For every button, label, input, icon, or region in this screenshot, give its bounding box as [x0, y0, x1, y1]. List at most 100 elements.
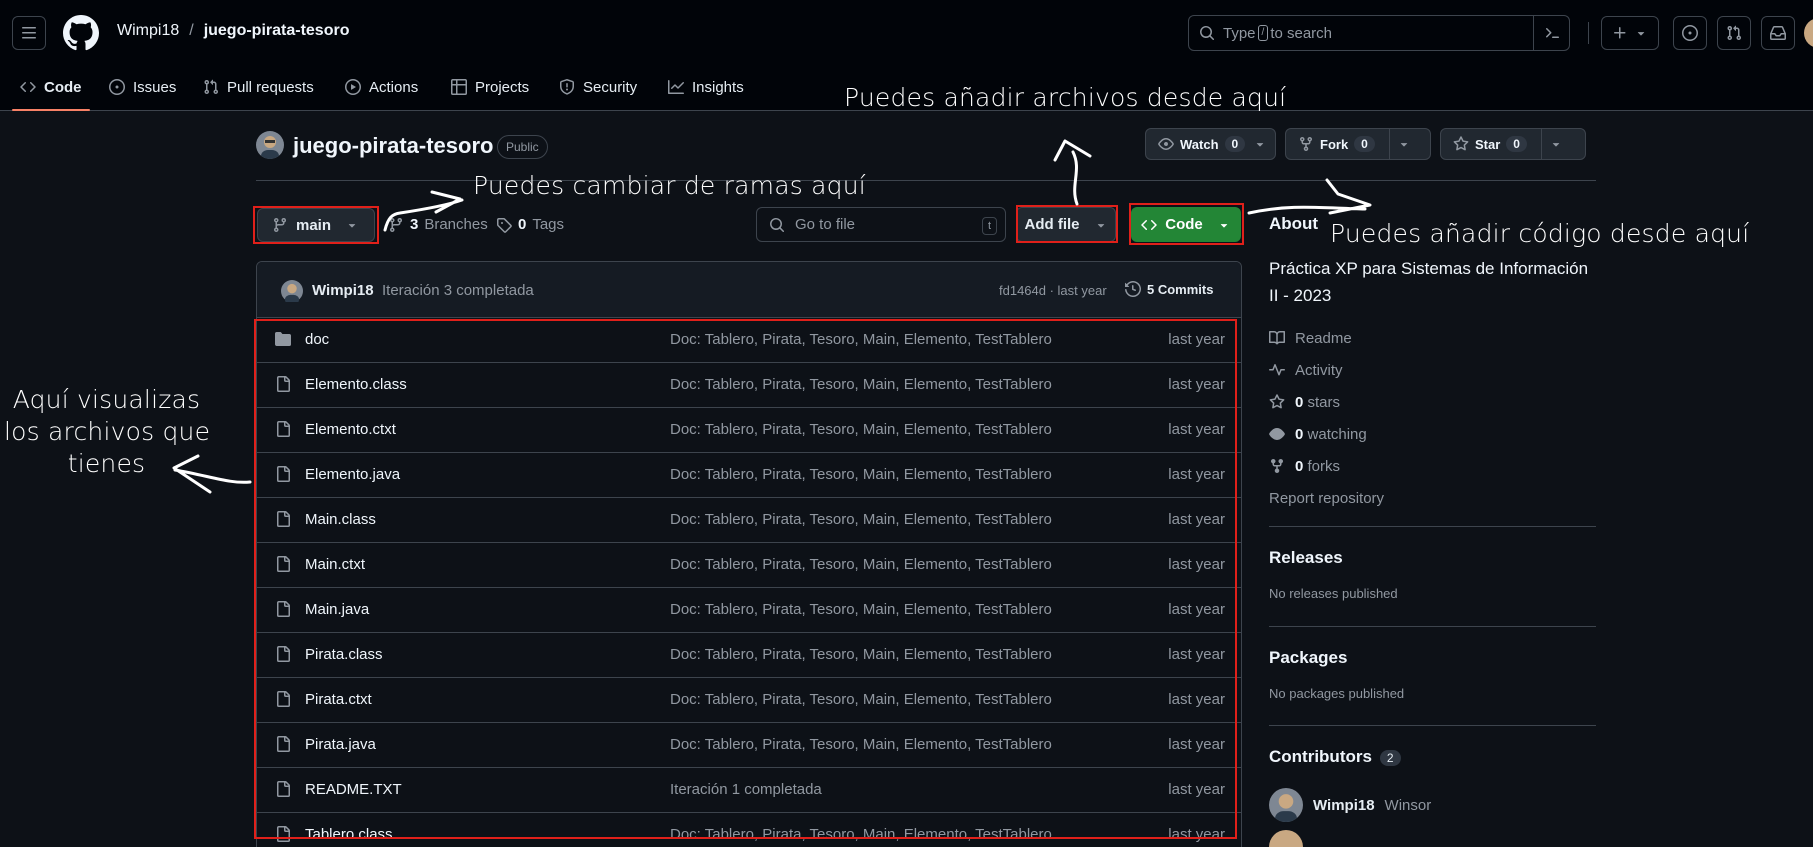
commit-message[interactable]: Iteración 3 completada — [382, 282, 534, 299]
watch-count: 0 — [1224, 136, 1246, 152]
watching-link[interactable]: 0 watching — [1269, 418, 1599, 450]
commit-author-avatar[interactable] — [281, 280, 303, 302]
triangle-down-icon — [1637, 32, 1645, 36]
search-suffix: to search — [1270, 24, 1333, 42]
issue-opened-icon — [109, 79, 125, 95]
pulse-icon — [1269, 364, 1285, 376]
command-palette-button[interactable] — [1533, 16, 1569, 50]
watch-label: Watch — [1180, 136, 1219, 152]
contributors-section: Contributors 2 — [1269, 747, 1599, 767]
commits-label: 5 Commits — [1147, 281, 1214, 297]
star-icon — [1269, 394, 1285, 409]
contributor-name: Winsor — [1384, 796, 1432, 814]
contributor-avatar[interactable] — [1269, 788, 1303, 822]
contributor-item[interactable]: Wimpi18 Winsor — [1269, 788, 1599, 822]
go-to-file-placeholder: Go to file — [795, 216, 856, 233]
shield-icon — [560, 79, 574, 95]
tab-insights[interactable]: Insights — [668, 64, 744, 110]
star-button[interactable]: Star 0 — [1440, 128, 1586, 160]
contributors-count: 2 — [1379, 750, 1401, 767]
code-icon — [20, 81, 36, 93]
tab-pull-requests-label: Pull requests — [227, 78, 314, 96]
contributor-login: Wimpi18 — [1313, 796, 1375, 814]
search-shortcut: / — [1257, 25, 1269, 41]
star-count: 0 — [1506, 136, 1527, 152]
star-dropdown[interactable] — [1540, 129, 1571, 159]
sidebar-divider — [1269, 626, 1596, 627]
breadcrumb-repo[interactable]: juego-pirata-tesoro — [204, 22, 350, 40]
tab-issues[interactable]: Issues — [109, 64, 176, 110]
star-label: Star — [1475, 136, 1501, 152]
tab-issues-label: Issues — [133, 78, 177, 96]
create-new-button[interactable] — [1601, 16, 1659, 50]
header-divider — [1588, 22, 1589, 44]
annotation-files: Aquí visualizas los archivos que tienes — [4, 384, 211, 480]
commits-link[interactable]: 5 Commits — [1125, 281, 1213, 297]
triangle-down-icon — [1553, 143, 1560, 147]
history-icon — [1125, 281, 1141, 297]
annotation-box-code — [1129, 203, 1244, 245]
annotation-add-code: Puedes añadir código desde aquí — [1330, 219, 1750, 248]
repo-forked-icon — [1300, 137, 1312, 152]
tab-security[interactable]: Security — [559, 64, 637, 110]
tab-actions[interactable]: Actions — [345, 64, 418, 110]
report-repository-link[interactable]: Report repository — [1269, 482, 1599, 514]
hamburger-icon — [22, 27, 36, 39]
forks-link[interactable]: 0 forks — [1269, 450, 1599, 482]
fork-dropdown[interactable] — [1388, 129, 1419, 159]
go-to-file-shortcut: t — [981, 217, 997, 235]
stars-label: stars — [1307, 393, 1341, 411]
sidebar-divider — [1269, 526, 1596, 527]
github-logo-icon[interactable] — [63, 15, 99, 51]
inbox-button[interactable] — [1761, 16, 1795, 50]
annotation-files-line-2: los archivos que — [4, 417, 211, 446]
contributor-avatar-partial[interactable] — [1269, 830, 1303, 847]
repo-title[interactable]: juego-pirata-tesoro — [293, 133, 493, 159]
play-icon — [345, 79, 361, 95]
branches-count: 3 — [410, 216, 419, 233]
issues-button[interactable] — [1673, 16, 1707, 50]
commit-hash-time[interactable]: fd1464d · last year — [999, 283, 1107, 298]
annotation-box-add-file — [1016, 205, 1118, 243]
fork-button[interactable]: Fork 0 — [1285, 128, 1431, 160]
sidebar-links: Readme Activity 0 stars 0 watching 0 for… — [1269, 322, 1599, 514]
breadcrumb-owner[interactable]: Wimpi18 — [117, 22, 179, 40]
report-label: Report repository — [1269, 489, 1385, 507]
star-icon — [1453, 136, 1469, 151]
stars-link[interactable]: 0 stars — [1269, 386, 1599, 418]
pull-requests-button[interactable] — [1717, 16, 1751, 50]
tab-code[interactable]: Code — [12, 64, 89, 111]
packages-section: Packages No packages published — [1269, 648, 1599, 701]
user-avatar[interactable] — [1804, 18, 1813, 48]
tag-icon — [497, 217, 512, 233]
table-icon — [451, 79, 467, 95]
branches-link[interactable]: 3 Branches — [388, 216, 488, 233]
readme-link[interactable]: Readme — [1269, 322, 1599, 354]
plus-icon — [1614, 27, 1626, 39]
git-pull-request-icon — [204, 79, 219, 95]
tags-link[interactable]: 0 Tags — [496, 216, 564, 233]
menu-button[interactable] — [12, 16, 46, 50]
readme-label: Readme — [1295, 329, 1352, 347]
tab-insights-label: Insights — [692, 78, 744, 96]
go-to-file-input[interactable]: Go to file t — [756, 207, 1006, 242]
book-icon — [1269, 330, 1285, 345]
issue-opened-icon — [1682, 25, 1698, 41]
search-prefix: Type — [1223, 24, 1256, 42]
fork-label: Fork — [1320, 136, 1349, 152]
tab-pull-requests[interactable]: Pull requests — [203, 64, 314, 110]
tab-actions-label: Actions — [369, 78, 419, 96]
releases-heading[interactable]: Releases — [1269, 548, 1599, 568]
owner-avatar[interactable] — [256, 131, 284, 159]
activity-link[interactable]: Activity — [1269, 354, 1599, 386]
stars-count: 0 — [1295, 393, 1304, 411]
git-pull-request-icon — [1727, 25, 1742, 41]
tab-projects[interactable]: Projects — [451, 64, 529, 110]
search-input[interactable]: Type / to search — [1188, 15, 1570, 51]
contributors-heading[interactable]: Contributors — [1269, 747, 1372, 766]
commit-author[interactable]: Wimpi18 — [312, 282, 374, 299]
git-branch-icon — [389, 217, 402, 232]
packages-heading[interactable]: Packages — [1269, 648, 1599, 668]
watch-button[interactable]: Watch 0 — [1145, 128, 1276, 160]
annotation-branches: Puedes cambiar de ramas aquí — [473, 171, 866, 200]
